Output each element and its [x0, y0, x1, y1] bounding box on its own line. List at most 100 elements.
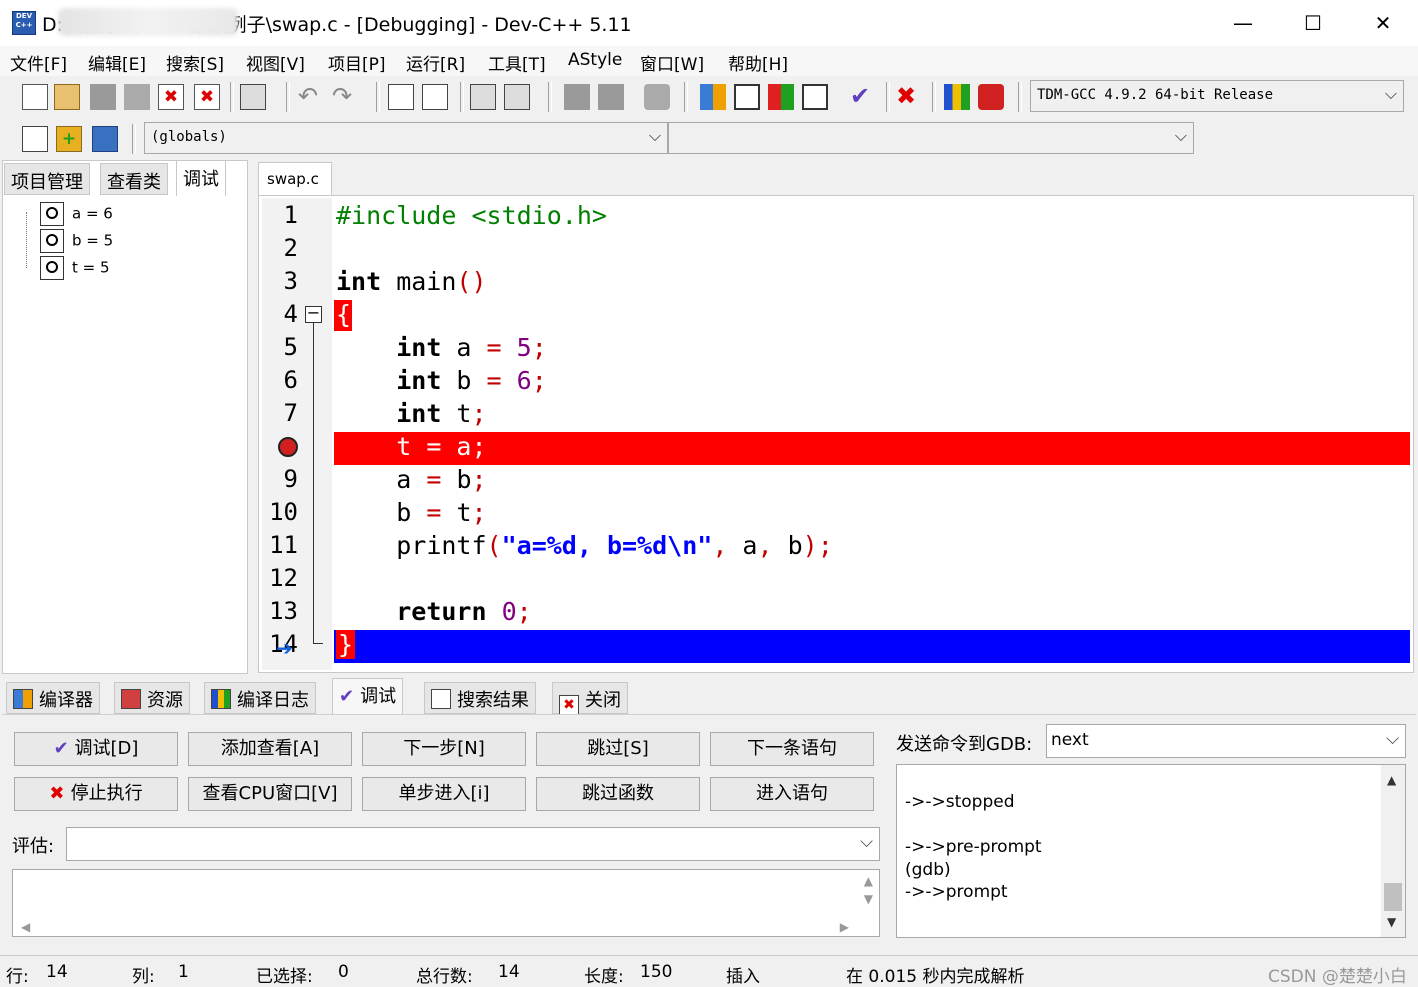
scrollbar-thumb[interactable] — [1384, 883, 1402, 911]
code-line-9: a = b; — [336, 465, 486, 494]
compiler-select-value: TDM-GCC 4.9.2 64-bit Release — [1037, 87, 1274, 103]
operator: = — [486, 366, 502, 395]
next-step-button[interactable]: 下一步[N] — [362, 732, 526, 766]
tab-class-browser[interactable]: 查看类 — [100, 163, 168, 195]
scroll-up-icon[interactable]: ▲ — [1387, 769, 1396, 792]
toolbar-separator — [548, 82, 552, 112]
step-into-statement-button[interactable]: 进入语句 — [710, 777, 874, 811]
maximize-button[interactable]: ☐ — [1278, 0, 1348, 46]
stop-execution-button[interactable]: ✖ 停止执行 — [14, 777, 178, 811]
find-icon[interactable] — [388, 84, 414, 110]
scroll-down-icon[interactable]: ▼ — [864, 892, 873, 906]
gdb-command-input[interactable]: next ⌵ — [1046, 724, 1406, 758]
editor-tab-swap-c[interactable]: swap.c — [258, 162, 332, 196]
tab-project-manager[interactable]: 项目管理 — [4, 163, 90, 195]
profile-icon[interactable] — [944, 84, 970, 110]
gdb-output-line: ->->prompt — [905, 882, 1008, 902]
add-watch-button[interactable]: 添加查看[A] — [188, 732, 352, 766]
tab-debug-output[interactable]: ✔ 调试 — [332, 678, 404, 714]
next-statement-button[interactable]: 下一条语句 — [710, 732, 874, 766]
menu-tools[interactable]: 工具[T] — [488, 50, 546, 75]
status-length-value: 150 — [640, 962, 673, 982]
replace-icon[interactable] — [422, 84, 448, 110]
skip-button[interactable]: 跳过[S] — [536, 732, 700, 766]
toggle-bookmark-icon[interactable] — [92, 126, 118, 152]
line-number: 7 — [283, 399, 298, 427]
skip-function-button[interactable]: 跳过函数 — [536, 777, 700, 811]
debug-button[interactable]: ✔ 调试[D] — [14, 732, 178, 766]
view-cpu-window-button[interactable]: 查看CPU窗口[V] — [188, 777, 352, 811]
line-number: 3 — [283, 267, 298, 295]
menu-astyle[interactable]: AStyle — [568, 50, 622, 70]
menu-file[interactable]: 文件[F] — [10, 50, 67, 75]
bookmark-next-icon[interactable] — [598, 84, 624, 110]
menu-run[interactable]: 运行[R] — [406, 50, 465, 75]
unindent-icon[interactable] — [504, 84, 530, 110]
compiler-select[interactable]: TDM-GCC 4.9.2 64-bit Release ⌵ — [1030, 80, 1404, 112]
fold-toggle-icon[interactable]: − — [305, 305, 322, 323]
new-file-icon[interactable] — [22, 84, 48, 110]
tab-compiler[interactable]: 编译器 — [6, 682, 100, 714]
menu-window[interactable]: 窗口[W] — [640, 50, 704, 75]
minimize-button[interactable]: — — [1208, 0, 1278, 46]
menu-help[interactable]: 帮助[H] — [728, 50, 788, 75]
code-line-8: t = a; — [336, 432, 486, 461]
menu-search[interactable]: 搜索[S] — [166, 50, 224, 75]
menu-project[interactable]: 项目[P] — [328, 50, 386, 75]
add-to-project-icon[interactable]: + — [56, 126, 82, 152]
evaluate-result-area[interactable]: ▲ ▼ ◀ ▶ — [12, 869, 880, 937]
save-all-icon[interactable] — [124, 84, 150, 110]
watch-item[interactable]: t = 5 — [40, 256, 110, 280]
close-file-icon[interactable]: ✖ — [158, 84, 184, 110]
scroll-down-icon[interactable]: ▼ — [1387, 911, 1396, 934]
tab-debug[interactable]: 调试 — [176, 160, 226, 196]
insert-icon[interactable] — [22, 126, 48, 152]
watch-item[interactable]: a = 6 — [40, 202, 113, 226]
semicolon: ; — [531, 366, 547, 395]
gdb-output-area[interactable]: ->->stopped ->->pre-prompt (gdb) ->->pro… — [896, 764, 1406, 938]
delete-profile-icon[interactable] — [978, 84, 1004, 110]
close-button[interactable]: ✕ — [1348, 0, 1418, 46]
menu-view[interactable]: 视图[V] — [246, 50, 305, 75]
gdb-output-scrollbar[interactable]: ▲ ▼ — [1381, 765, 1405, 937]
tab-compile-log[interactable]: 编译日志 — [204, 682, 316, 714]
line-number: 10 — [269, 498, 298, 526]
open-file-icon[interactable] — [54, 84, 80, 110]
line-number: 12 — [269, 564, 298, 592]
stop-icon[interactable]: ✖ — [896, 84, 922, 110]
tab-label: 编译器 — [39, 690, 93, 711]
check-syntax-icon[interactable]: ✔ — [850, 84, 876, 110]
run-icon[interactable] — [734, 84, 760, 110]
identifier: a — [441, 333, 487, 362]
undo-icon[interactable]: ↶ — [298, 84, 324, 110]
bookmark-prev-icon[interactable] — [564, 84, 590, 110]
tab-resources[interactable]: 资源 — [114, 682, 190, 714]
menu-edit[interactable]: 编辑[E] — [88, 50, 146, 75]
step-into-button[interactable]: 单步进入[i] — [362, 777, 526, 811]
save-icon[interactable] — [90, 84, 116, 110]
close-all-icon[interactable]: ✖ — [194, 84, 220, 110]
scope-select-value: (globals) — [151, 129, 227, 145]
tab-search-results[interactable]: 搜索结果 — [424, 682, 536, 714]
print-icon[interactable] — [240, 84, 266, 110]
breakpoint-icon[interactable] — [278, 437, 298, 457]
rebuild-icon[interactable] — [802, 84, 828, 110]
scope-select[interactable]: (globals) ⌵ — [144, 122, 668, 154]
tab-close[interactable]: ✖ 关闭 — [552, 682, 628, 715]
status-selected-label: 已选择: — [256, 967, 313, 987]
toggle-comment-icon[interactable] — [644, 84, 670, 110]
watch-icon — [40, 202, 64, 226]
operator: = — [426, 498, 442, 527]
indent-icon[interactable] — [470, 84, 496, 110]
scroll-up-icon[interactable]: ▲ — [864, 874, 873, 888]
scroll-left-icon[interactable]: ◀ — [21, 920, 30, 934]
watch-item[interactable]: b = 5 — [40, 229, 113, 253]
compile-run-icon[interactable] — [768, 84, 794, 110]
scroll-right-icon[interactable]: ▶ — [840, 920, 849, 934]
keyword: int — [396, 399, 442, 428]
member-select[interactable]: ⌵ — [668, 122, 1194, 154]
compile-icon[interactable] — [700, 84, 726, 110]
evaluate-input[interactable]: ⌵ — [66, 827, 880, 861]
breakpoint-line-highlight — [334, 432, 1410, 465]
redo-icon[interactable]: ↷ — [332, 84, 358, 110]
